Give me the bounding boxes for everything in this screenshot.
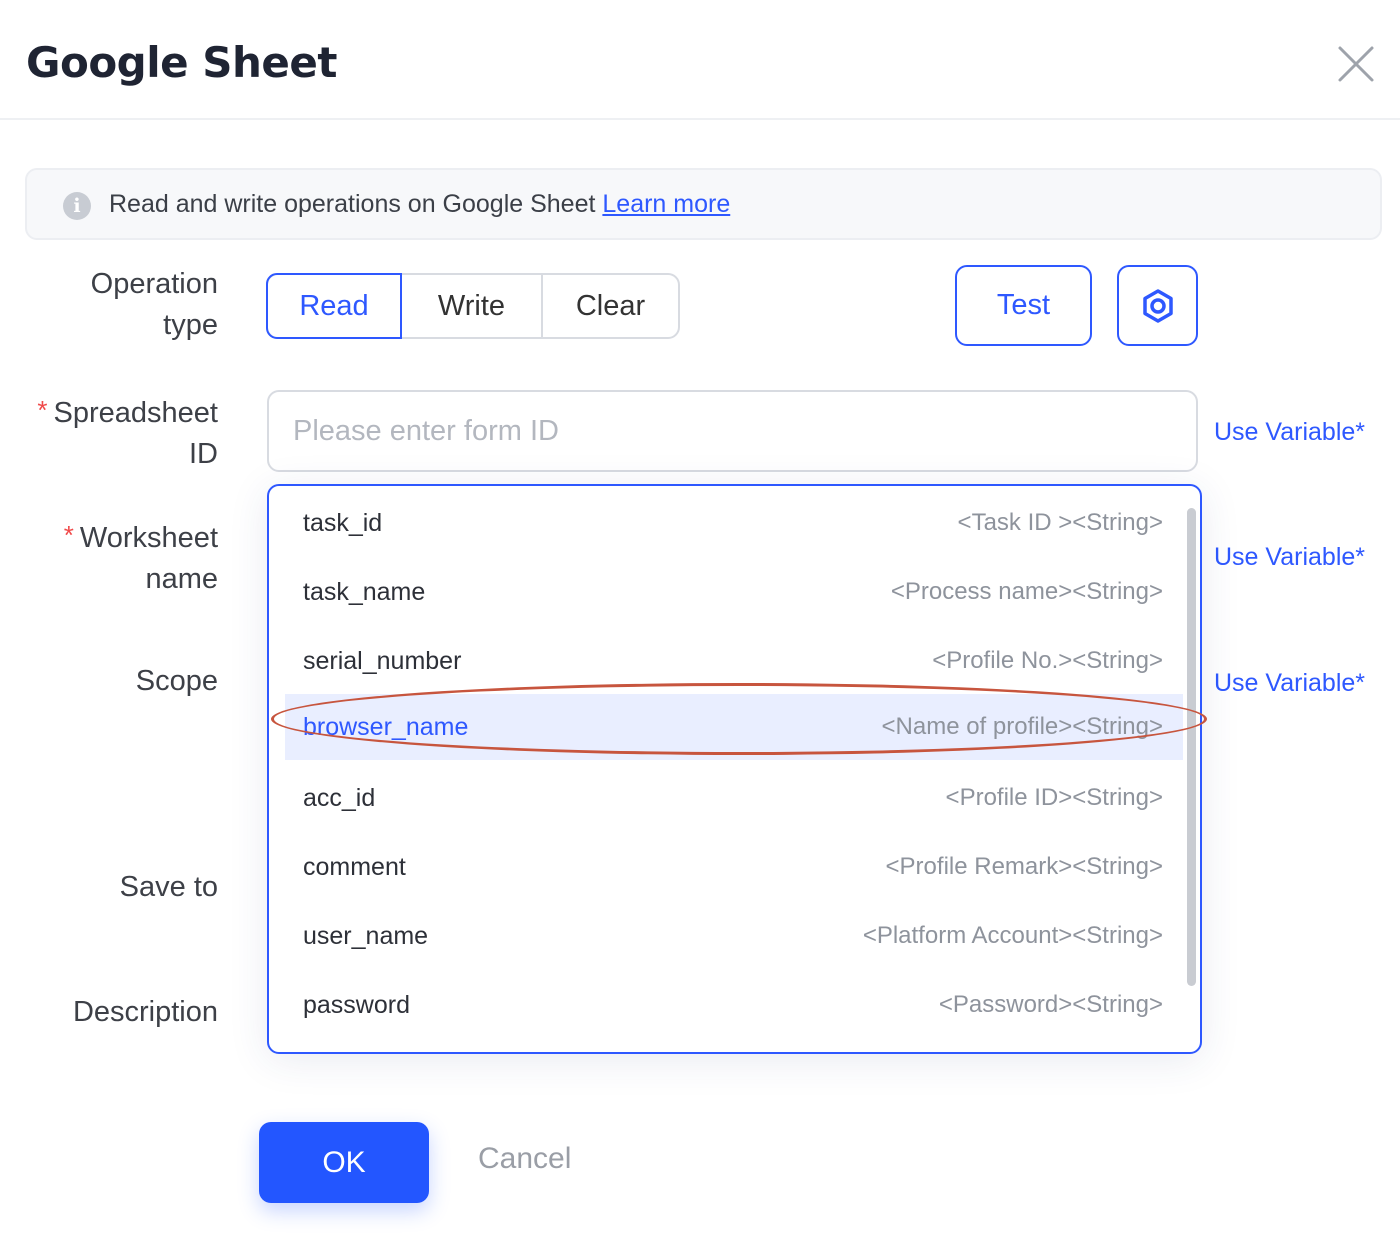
spreadsheet-label-text: Spreadsheet <box>53 397 218 429</box>
operation-type-label: Operation type <box>91 264 218 346</box>
operation-read-option[interactable]: Read <box>266 273 402 339</box>
google-sheet-dialog: Google Sheet i Read and write operations… <box>0 0 1400 1238</box>
operation-clear-option[interactable]: Clear <box>543 275 678 337</box>
worksheet-name-label-line2: name <box>145 563 218 595</box>
settings-button[interactable] <box>1117 265 1198 346</box>
use-variable-scope[interactable]: Use Variable* <box>1214 669 1365 698</box>
cancel-button[interactable]: Cancel <box>478 1142 571 1176</box>
operation-type-segmented: Read Write Clear <box>266 273 680 339</box>
dropdown-item-password[interactable]: password <Password><String> <box>285 972 1183 1038</box>
use-variable-spreadsheet[interactable]: Use Variable* <box>1214 418 1365 447</box>
worksheet-name-label: * Worksheet name <box>64 515 218 600</box>
dropdown-item-type: <Profile No.><String> <box>932 647 1163 674</box>
scope-label: Scope <box>135 665 218 697</box>
required-mark: * <box>63 520 74 550</box>
use-variable-worksheet[interactable]: Use Variable* <box>1214 543 1365 572</box>
info-icon: i <box>63 192 91 220</box>
info-text: Read and write operations on Google Shee… <box>109 190 730 219</box>
dropdown-item-browser-name[interactable]: browser_name <Name of profile><String> <box>285 694 1183 760</box>
dialog-header: Google Sheet <box>0 0 1400 120</box>
dropdown-item-type: <Platform Account><String> <box>862 922 1163 949</box>
gear-icon <box>1142 288 1173 323</box>
dropdown-item-serial-number[interactable]: serial_number <Profile No.><String> <box>285 628 1183 694</box>
info-banner: i Read and write operations on Google Sh… <box>25 168 1382 240</box>
required-mark: * <box>37 395 48 425</box>
dropdown-item-type: <Name of profile><String> <box>881 713 1164 740</box>
worksheet-label-text: Worksheet <box>79 522 218 554</box>
close-button[interactable] <box>1334 42 1378 86</box>
dropdown-item-name: password <box>303 990 410 1019</box>
dropdown-item-name: browser_name <box>303 712 469 741</box>
dropdown-item-name: task_id <box>303 508 383 537</box>
dialog-title: Google Sheet <box>26 38 337 87</box>
info-message: Read and write operations on Google Shee… <box>109 190 603 218</box>
dropdown-item-name: user_name <box>303 921 429 950</box>
dropdown-item-type: <Profile Remark><String> <box>885 853 1163 880</box>
dropdown-item-name: comment <box>303 852 406 881</box>
dropdown-item-type: <Profile ID><String> <box>945 784 1163 811</box>
ok-button[interactable]: OK <box>259 1122 429 1203</box>
spreadsheet-id-input[interactable] <box>267 390 1198 472</box>
learn-more-link[interactable]: Learn more <box>602 190 730 218</box>
spreadsheet-id-label-line2: ID <box>189 438 218 470</box>
dropdown-item-name: task_name <box>303 577 426 606</box>
variable-dropdown: task_id <Task ID ><String> task_name <Pr… <box>267 484 1202 1054</box>
dropdown-item-task-id[interactable]: task_id <Task ID ><String> <box>285 490 1183 556</box>
operation-write-option[interactable]: Write <box>402 275 543 337</box>
dropdown-scrollbar[interactable] <box>1187 508 1196 986</box>
dropdown-item-name: serial_number <box>303 646 462 675</box>
dropdown-item-type: <Task ID ><String> <box>957 509 1163 536</box>
dropdown-item-acc-id[interactable]: acc_id <Profile ID><String> <box>285 765 1183 831</box>
dropdown-item-comment[interactable]: comment <Profile Remark><String> <box>285 834 1183 900</box>
operation-type-label-line2: type <box>163 309 218 341</box>
dropdown-item-type: <Process name><String> <box>890 578 1163 605</box>
spreadsheet-id-label: * Spreadsheet ID <box>37 390 218 475</box>
worksheet-name-label-line1: * Worksheet <box>64 515 218 559</box>
save-to-label: Save to <box>119 871 218 903</box>
operation-type-label-line1: Operation <box>90 268 218 300</box>
test-button[interactable]: Test <box>955 265 1092 346</box>
description-label: Description <box>72 996 218 1028</box>
spreadsheet-id-label-line1: * Spreadsheet <box>37 390 218 434</box>
dropdown-item-user-name[interactable]: user_name <Platform Account><String> <box>285 903 1183 969</box>
dropdown-item-name: acc_id <box>303 783 376 812</box>
dropdown-item-task-name[interactable]: task_name <Process name><String> <box>285 559 1183 625</box>
dropdown-item-type: <Password><String> <box>938 991 1163 1018</box>
close-icon <box>1338 46 1374 82</box>
